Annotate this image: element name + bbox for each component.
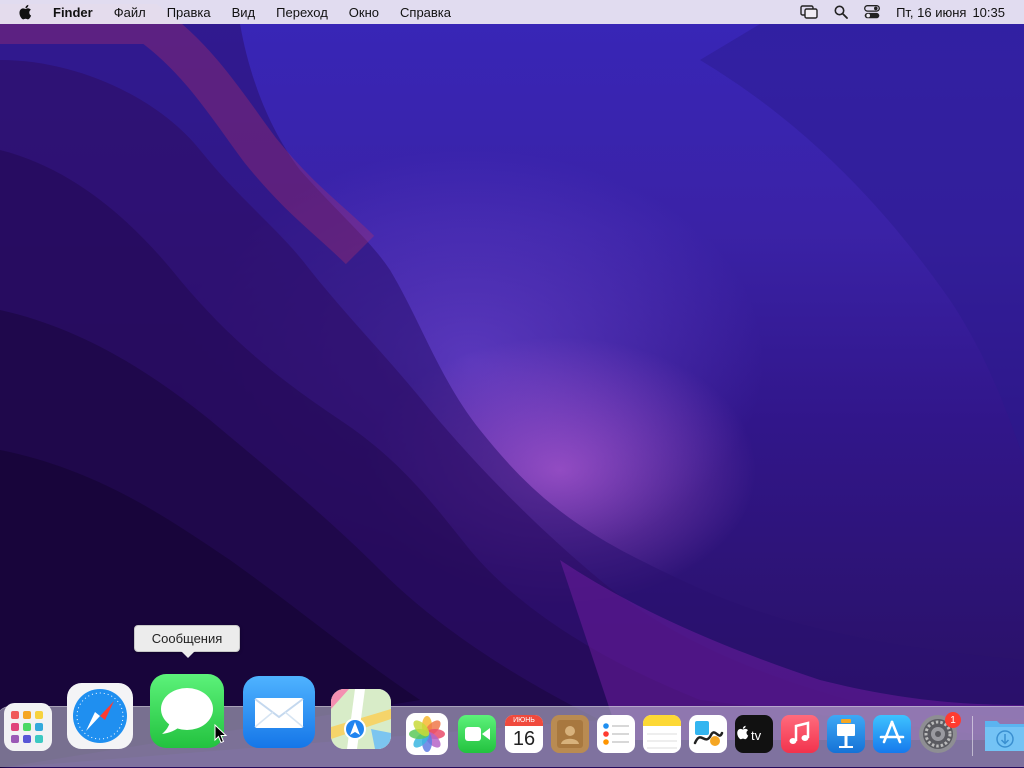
wallpaper-waves [0, 4, 1024, 768]
menu-bar: Finder Файл Правка Вид Переход Окно Спра… [0, 0, 1024, 24]
settings-notification-badge: 1 [945, 712, 961, 728]
control-center-icon[interactable] [864, 5, 881, 19]
contacts-icon[interactable] [551, 715, 589, 753]
apple-icon[interactable] [17, 3, 35, 21]
menu-edit[interactable]: Правка [167, 5, 211, 20]
safari-icon[interactable] [67, 683, 133, 749]
calendar-icon[interactable]: ИЮНЬ 16 [505, 715, 543, 753]
facetime-icon[interactable] [458, 715, 496, 753]
clock-time: 10:35 [972, 4, 1005, 20]
menu-help[interactable]: Справка [400, 5, 451, 20]
spotlight-search-icon[interactable] [834, 5, 848, 19]
calendar-day: 16 [512, 728, 536, 750]
keynote-icon[interactable] [827, 715, 865, 753]
music-icon[interactable] [781, 715, 819, 753]
calendar-month: ИЮНЬ [505, 715, 543, 726]
reminders-icon[interactable] [597, 715, 635, 753]
downloads-folder-icon[interactable] [983, 715, 1024, 753]
app-name-menu[interactable]: Finder [53, 5, 93, 20]
desktop-wallpaper [0, 0, 1024, 768]
launchpad-icon[interactable] [4, 703, 52, 751]
clock-date: Пт, 16 июня [896, 4, 967, 20]
mail-icon[interactable] [243, 676, 315, 748]
dock-tooltip: Сообщения [134, 625, 240, 658]
dock-separator [972, 716, 973, 756]
menu-file[interactable]: Файл [114, 5, 146, 20]
menu-go[interactable]: Переход [276, 5, 328, 20]
freeform-icon[interactable] [689, 715, 727, 753]
maps-icon[interactable] [331, 689, 391, 749]
messages-icon[interactable] [150, 674, 224, 748]
mouse-cursor-icon [214, 724, 228, 744]
menu-window[interactable]: Окно [349, 5, 379, 20]
menu-view[interactable]: Вид [232, 5, 256, 20]
notes-icon[interactable] [643, 715, 681, 753]
photos-icon[interactable] [406, 713, 448, 755]
tv-label: tv [751, 728, 762, 743]
appstore-icon[interactable] [873, 715, 911, 753]
tv-icon[interactable]: tv [735, 715, 773, 753]
menubar-clock[interactable]: Пт, 16 июня 10:35 [896, 5, 1005, 20]
screen-mirroring-icon[interactable] [800, 5, 818, 19]
